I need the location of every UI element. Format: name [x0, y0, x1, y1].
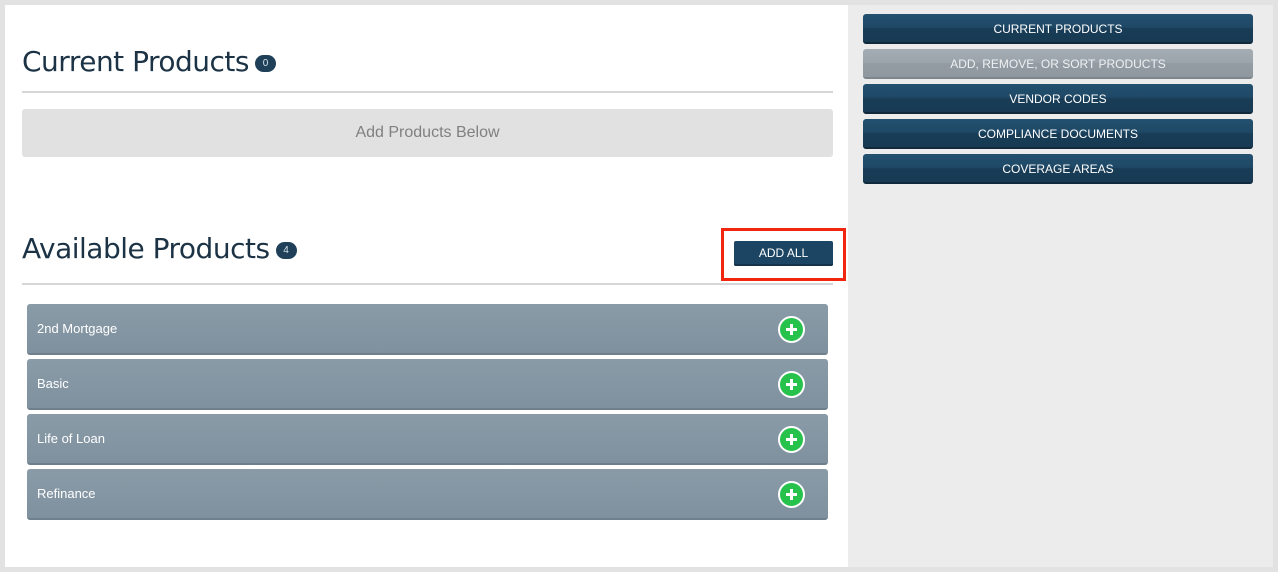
nav-current-products[interactable]: CURRENT PRODUCTS: [863, 14, 1253, 44]
nav-add-remove-sort-products[interactable]: ADD, REMOVE, OR SORT PRODUCTS: [863, 49, 1253, 79]
page-frame: Current Products 0 Add Products Below Av…: [5, 5, 1273, 567]
available-products-count-badge: 4: [275, 242, 297, 259]
product-row-life-of-loan: Life of Loan: [27, 414, 828, 465]
product-row-2nd-mortgage: 2nd Mortgage: [27, 304, 828, 355]
current-products-title: Current Products: [22, 45, 249, 78]
plus-circle-icon[interactable]: [778, 371, 805, 398]
product-name: Basic: [37, 376, 69, 391]
available-products-heading: Available Products 4: [22, 232, 297, 265]
side-panel: CURRENT PRODUCTS ADD, REMOVE, OR SORT PR…: [848, 5, 1273, 567]
product-name: Life of Loan: [37, 431, 105, 446]
current-products-empty-placeholder: Add Products Below: [22, 109, 833, 157]
divider: [22, 91, 833, 93]
product-name: 2nd Mortgage: [37, 321, 118, 336]
side-nav: CURRENT PRODUCTS ADD, REMOVE, OR SORT PR…: [863, 14, 1253, 189]
nav-coverage-areas[interactable]: COVERAGE AREAS: [863, 154, 1253, 184]
plus-circle-icon[interactable]: [778, 481, 805, 508]
main-panel: Current Products 0 Add Products Below Av…: [5, 5, 848, 567]
nav-vendor-codes[interactable]: VENDOR CODES: [863, 84, 1253, 114]
plus-circle-icon[interactable]: [778, 316, 805, 343]
available-products-list: 2nd Mortgage Basic Life of Loan Refinanc…: [27, 304, 828, 524]
product-name: Refinance: [37, 486, 96, 501]
plus-circle-icon[interactable]: [778, 426, 805, 453]
add-all-highlight: ADD ALL: [721, 228, 846, 281]
add-all-button[interactable]: ADD ALL: [734, 241, 833, 266]
available-products-title: Available Products: [22, 232, 270, 265]
divider: [22, 283, 833, 285]
current-products-count-badge: 0: [254, 55, 276, 72]
product-row-refinance: Refinance: [27, 469, 828, 520]
product-row-basic: Basic: [27, 359, 828, 410]
nav-compliance-documents[interactable]: COMPLIANCE DOCUMENTS: [863, 119, 1253, 149]
current-products-heading: Current Products 0: [22, 45, 276, 78]
